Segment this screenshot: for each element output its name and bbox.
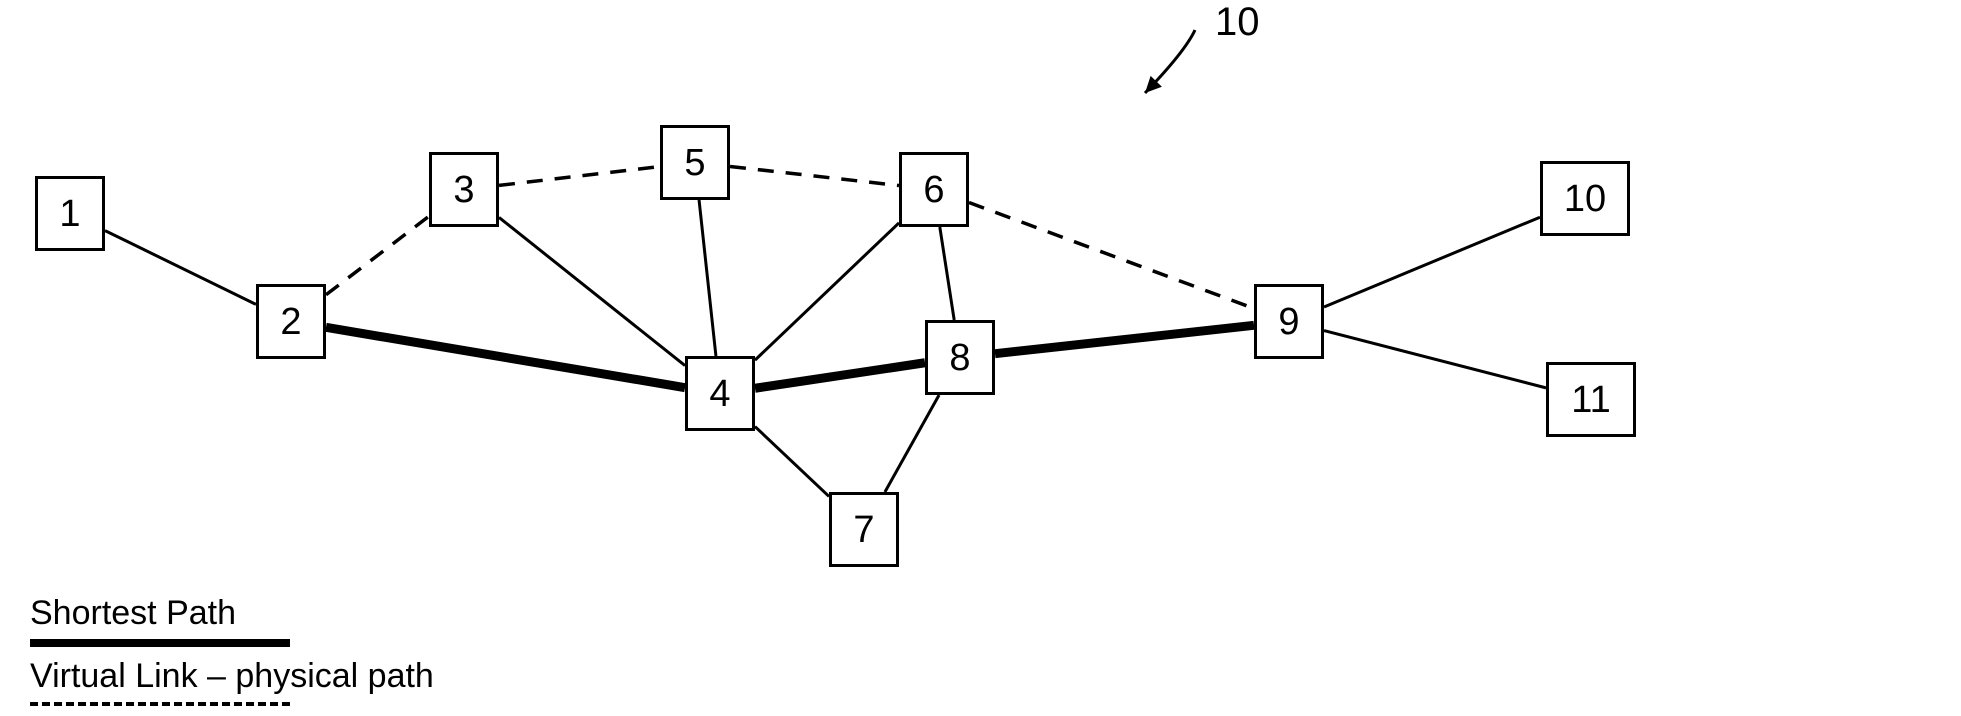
- node-3: 3: [429, 152, 499, 227]
- legend-virtual-link: Virtual Link – physical path: [30, 657, 434, 706]
- edge-8-9: [995, 325, 1254, 353]
- edge-4-7: [755, 427, 829, 497]
- edge-4-8: [755, 363, 925, 389]
- edge-3-4: [499, 217, 685, 365]
- node-2: 2: [256, 284, 326, 359]
- edge-6-4: [755, 223, 899, 360]
- edge-5-6: [730, 166, 899, 185]
- edge-6-9: [969, 203, 1254, 309]
- edge-9-10: [1324, 217, 1540, 307]
- figure-reference-label: 10: [1215, 0, 1260, 45]
- node-4: 4: [685, 356, 755, 431]
- node-10: 10: [1540, 161, 1630, 236]
- node-label: 3: [453, 171, 474, 209]
- edge-9-11: [1324, 331, 1546, 388]
- node-label: 11: [1571, 381, 1610, 419]
- diagram-canvas: 1 2 3 4 5 6 7 8 9 10 11 10 Shortest Path Virtual L…: [0, 0, 1961, 716]
- legend: Shortest Path Virtual Link – physical pa…: [30, 584, 434, 706]
- node-8: 8: [925, 320, 995, 395]
- node-label: 7: [853, 511, 874, 549]
- edge-2-4: [326, 327, 685, 387]
- node-label: 6: [923, 171, 944, 209]
- node-1: 1: [35, 176, 105, 251]
- node-label: 1: [59, 195, 80, 233]
- node-label: 9: [1278, 303, 1299, 341]
- edge-5-4: [699, 200, 716, 356]
- node-9: 9: [1254, 284, 1324, 359]
- node-label: 4: [709, 375, 730, 413]
- node-label: 10: [1564, 180, 1606, 218]
- node-label: 8: [949, 339, 970, 377]
- edge-7-8: [885, 395, 939, 492]
- edge-6-8: [940, 227, 954, 320]
- edge-1-2: [105, 231, 256, 305]
- legend-shortest-path: Shortest Path: [30, 594, 434, 647]
- legend-virtual-label: Virtual Link – physical path: [30, 657, 434, 696]
- node-label: 2: [280, 303, 301, 341]
- node-label: 5: [684, 144, 705, 182]
- node-7: 7: [829, 492, 899, 567]
- edge-2-3: [326, 216, 429, 295]
- node-11: 11: [1546, 362, 1636, 437]
- legend-virtual-line: [30, 702, 290, 706]
- legend-shortest-label: Shortest Path: [30, 594, 434, 633]
- legend-shortest-line: [30, 639, 290, 647]
- node-6: 6: [899, 152, 969, 227]
- edge-3-5: [499, 167, 660, 186]
- node-5: 5: [660, 125, 730, 200]
